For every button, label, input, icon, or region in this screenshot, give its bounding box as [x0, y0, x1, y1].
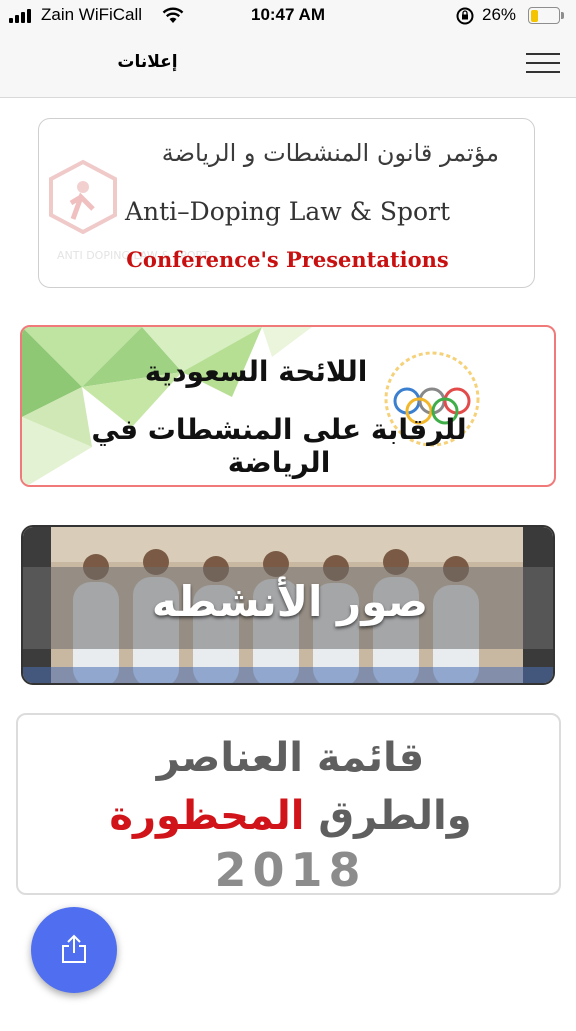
battery-percent: 26%: [482, 5, 517, 24]
prohibited-list-banner[interactable]: قائمة العناصر والطرق المحظورة 2018: [16, 713, 561, 895]
hamburger-menu-icon[interactable]: [520, 46, 564, 80]
prohibited-list-year: 2018: [214, 843, 367, 895]
activity-photos-banner[interactable]: صور الأنشطه: [21, 525, 555, 685]
prohibited-list-prohibited-word: المحظورة: [109, 793, 305, 839]
activity-photos-title: صور الأنشطه: [151, 577, 429, 626]
conference-subtitle: Conference's Presentations: [126, 247, 449, 272]
status-bar: Zain WiFiCall 10:47 AM 26%: [0, 0, 576, 32]
prohibited-list-line2: والطرق المحظورة: [18, 793, 559, 839]
battery-level: [530, 9, 538, 22]
battery-icon: [528, 7, 560, 24]
battery-tip: [561, 12, 564, 19]
prohibited-list-methods-word: والطرق: [318, 793, 472, 839]
page-title: إعلانات: [117, 52, 178, 72]
prohibited-list-line1: قائمة العناصر: [156, 735, 425, 781]
nav-bar: إعلانات: [0, 32, 576, 98]
share-button[interactable]: [31, 907, 117, 993]
conference-presentations-banner[interactable]: ANTI DOPING LAW & SPORT مؤتمر قانون المن…: [38, 118, 535, 288]
regulation-title-line1: اللائحة السعودية: [144, 355, 368, 388]
rotation-lock-icon: [456, 7, 474, 25]
saudi-regulation-banner[interactable]: اللائحة السعودية للرقابة على المنشطات في…: [20, 325, 556, 487]
share-icon: [62, 934, 86, 963]
regulation-title-line2: للرقابة على المنشطات في الرياضة: [91, 413, 467, 479]
conference-english-title: Anti–Doping Law & Sport: [124, 197, 451, 226]
conference-arabic-title: مؤتمر قانون المنشطات و الرياضة: [161, 139, 499, 167]
